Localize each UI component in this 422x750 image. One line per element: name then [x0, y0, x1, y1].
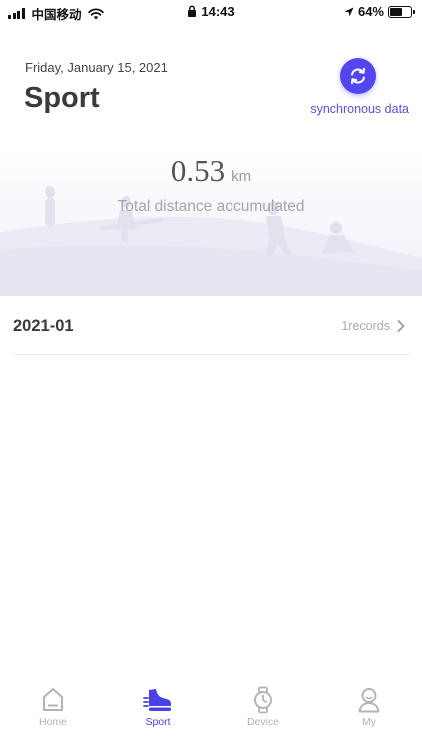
battery-fill: [390, 7, 403, 16]
sport-screen: 中国移动 14:43 64% Friday, January 15, 2021: [0, 0, 422, 750]
status-bar: 中国移动 14:43 64%: [0, 0, 422, 24]
lock-icon: [188, 5, 197, 17]
sneaker-icon: [143, 689, 171, 711]
tab-device-label: Device: [246, 716, 280, 728]
tab-my[interactable]: My: [329, 686, 409, 728]
current-date: Friday, January 15, 2021: [25, 60, 168, 75]
home-icon: [43, 688, 63, 711]
time-label: 14:43: [201, 4, 235, 19]
sync-icon: [351, 67, 365, 85]
distance-value: 0.53: [170, 153, 226, 188]
battery-percent: 64%: [357, 4, 384, 19]
sync-data-link[interactable]: synchronous data: [310, 102, 409, 116]
sync-button[interactable]: [340, 58, 376, 94]
battery-icon: [388, 5, 415, 18]
distance-caption: Total distance accumulated: [117, 198, 305, 215]
month-record-row[interactable]: 2021-01 1records: [13, 297, 410, 355]
tab-my-label: My: [362, 716, 376, 728]
user-icon: [358, 688, 380, 713]
chevron-right-icon: [397, 320, 405, 332]
record-count: 1records: [341, 319, 390, 333]
bottom-tab-bar: Home Sport Device My: [0, 680, 422, 750]
status-right: 64%: [344, 4, 415, 19]
location-arrow-icon: [344, 7, 354, 16]
tab-home-label: Home: [38, 716, 67, 728]
page-title: Sport: [24, 82, 100, 114]
distance-unit: km: [231, 168, 252, 185]
tab-device[interactable]: Device: [223, 686, 303, 728]
tab-home[interactable]: Home: [13, 686, 93, 728]
tab-sport-label: Sport: [145, 716, 171, 728]
record-month: 2021-01: [13, 317, 74, 335]
tab-sport[interactable]: Sport: [118, 686, 198, 728]
total-distance: 0.53 km: [0, 153, 422, 189]
watch-icon: [254, 686, 272, 714]
